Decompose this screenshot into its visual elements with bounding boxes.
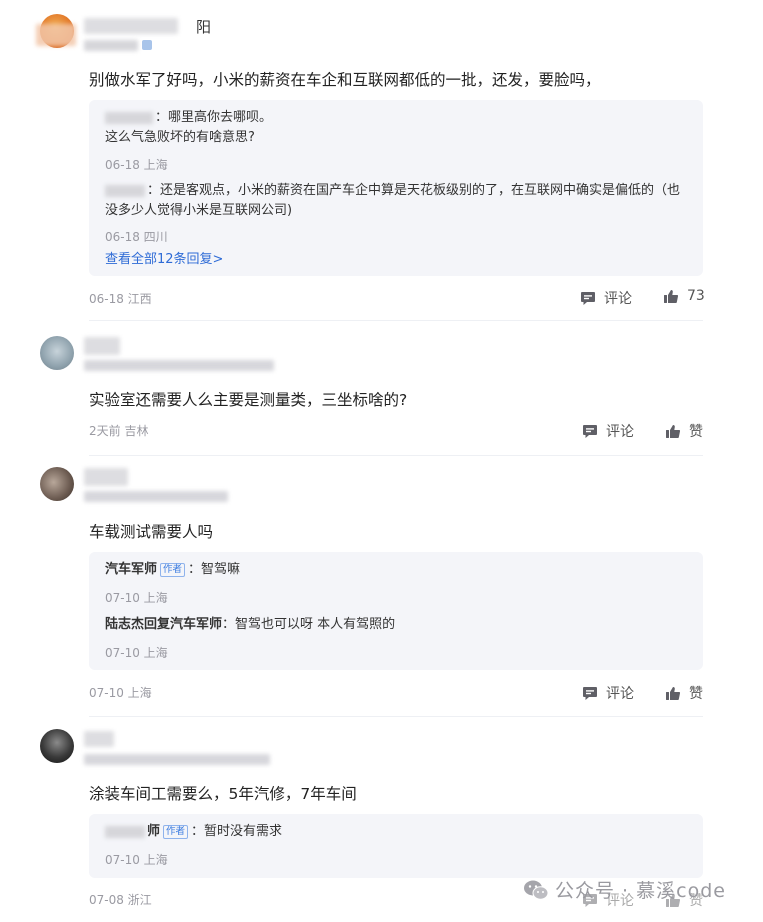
comment-content: 实验室还需要人么主要是测量类，三坐标啥的? xyxy=(89,391,408,409)
comment-meta: 06-18 江西 xyxy=(89,292,152,306)
comment-meta: 2天前 吉林 xyxy=(89,424,149,438)
comment-content: 别做水军了好吗，小米的薪资在车企和互联网都低的一批，还发，要脸吗， xyxy=(89,71,601,89)
comment-button[interactable]: 评论 xyxy=(582,421,634,441)
reply-meta: 06-18 上海 xyxy=(105,158,168,172)
reply-meta: 06-18 四川 xyxy=(105,230,168,244)
user-subtitle-blurred xyxy=(84,360,274,371)
like-label: 赞 xyxy=(689,686,703,702)
author-tag: 作者 xyxy=(160,563,186,577)
user-badge-icon xyxy=(142,40,152,50)
like-label: 赞 xyxy=(689,424,703,440)
watermark-text: 公众号 · 慕溪code xyxy=(555,880,726,902)
username-blurred[interactable] xyxy=(84,18,178,34)
comment-content: 车载测试需要人吗 xyxy=(89,523,214,541)
reply-item: ：还是客观点，小米的薪资在国产车企中算是天花板级别的了，在互联网中确实是偏低的（… xyxy=(105,181,687,221)
thumbs-up-icon xyxy=(666,686,681,700)
comment-icon xyxy=(583,686,597,700)
comment-button[interactable]: 评论 xyxy=(580,288,632,308)
view-all-replies-link[interactable]: 查看全部12条回复> xyxy=(105,248,223,267)
reply-author-blurred[interactable] xyxy=(105,825,145,838)
comment-label: 评论 xyxy=(606,424,634,440)
comment-label: 评论 xyxy=(604,291,632,307)
reply-author-blurred[interactable] xyxy=(105,184,145,197)
wechat-icon xyxy=(524,880,549,900)
reply-box: ：哪里高你去哪呗。 这么气急败坏的有啥意思? 06-18 上海 ：还是客观点，小… xyxy=(89,100,703,276)
reply-box: 汽车军师 作者 ：智驾嘛 07-10 上海 陆志杰回复汽车军师：智驾也可以呀 本人有… xyxy=(89,552,703,670)
comment-button[interactable]: 评论 xyxy=(582,683,634,703)
reply-meta: 07-10 上海 xyxy=(105,853,168,867)
reply-item: 汽车军师 作者 ：智驾嘛 xyxy=(105,560,687,580)
thumbs-up-icon xyxy=(666,424,681,438)
reply-box: 师作者 ：暂时没有需求 07-10 上海 xyxy=(89,814,703,878)
reply-text-cont: 这么气急败坏的有啥意思? xyxy=(105,130,255,145)
divider xyxy=(89,455,703,456)
reply-text: ：智驾也可以呀 本人有驾照的 xyxy=(222,617,396,632)
reply-item: ：哪里高你去哪呗。 这么气急败坏的有啥意思? xyxy=(105,108,687,148)
comment-content: 涂装车间工需要么，5年汽修，7年车间 xyxy=(89,785,357,803)
user-subtitle-blurred xyxy=(84,40,138,51)
reply-text: ：哪里高你去哪呗。 xyxy=(155,110,273,125)
author-tag: 作者 xyxy=(163,825,189,839)
watermark: 公众号 · 慕溪code xyxy=(523,876,726,903)
user-subtitle-blurred xyxy=(84,754,270,765)
comment-meta: 07-10 上海 xyxy=(89,686,152,700)
reply-author[interactable]: 陆志杰回复汽车军师 xyxy=(105,617,222,632)
like-count: 73 xyxy=(687,288,705,304)
reply-item: 陆志杰回复汽车军师：智驾也可以呀 本人有驾照的 xyxy=(105,615,687,635)
avatar[interactable] xyxy=(40,467,74,501)
username-blurred[interactable] xyxy=(84,731,114,747)
like-button[interactable]: 73 xyxy=(663,288,705,304)
divider xyxy=(89,716,703,717)
reply-author-tail[interactable]: 师 xyxy=(147,824,160,839)
reply-item: 师作者 ：暂时没有需求 xyxy=(105,822,687,842)
comment-icon xyxy=(581,291,595,305)
user-subtitle-blurred xyxy=(84,491,228,502)
reply-meta: 07-10 上海 xyxy=(105,591,168,605)
username-blurred[interactable] xyxy=(84,337,120,355)
username-tail[interactable]: 阳 xyxy=(196,16,211,37)
reply-author-blurred[interactable] xyxy=(105,111,153,124)
like-button[interactable]: 赞 xyxy=(665,421,703,441)
reply-text: ：智驾嘛 xyxy=(188,562,241,577)
divider xyxy=(89,320,703,321)
thumbs-up-icon xyxy=(664,289,679,303)
avatar[interactable] xyxy=(40,729,74,763)
reply-text: ：暂时没有需求 xyxy=(191,824,283,839)
comment-meta: 07-08 浙江 xyxy=(89,893,152,907)
avatar[interactable] xyxy=(40,336,74,370)
reply-text: ：还是客观点，小米的薪资在国产车企中算是天花板级别的了，在互联网中确实是偏低的（… xyxy=(147,183,681,198)
username-blurred[interactable] xyxy=(84,468,128,486)
reply-meta: 07-10 上海 xyxy=(105,646,168,660)
avatar-blur xyxy=(36,24,76,46)
reply-text-cont: 没多少人觉得小米是互联网公司) xyxy=(105,203,293,218)
comment-label: 评论 xyxy=(606,686,634,702)
reply-author[interactable]: 汽车军师 xyxy=(105,562,157,577)
comment-icon xyxy=(583,424,597,438)
like-button[interactable]: 赞 xyxy=(665,683,703,703)
